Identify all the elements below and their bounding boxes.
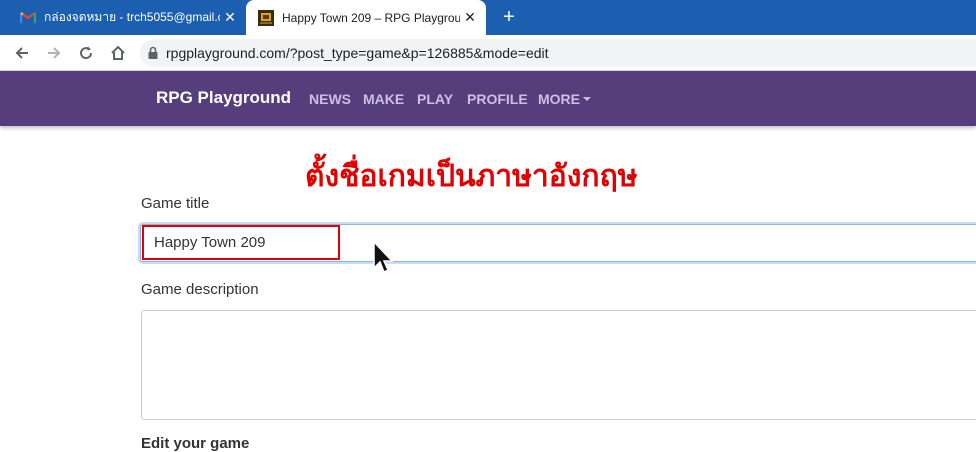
close-tab-icon[interactable]: ✕ (220, 9, 240, 26)
tab-title: กล่องจดหมาย - trch5055@gmail.co (44, 10, 220, 24)
close-tab-icon[interactable]: ✕ (460, 9, 480, 26)
browser-tabstrip: กล่องจดหมาย - trch5055@gmail.co ✕ Happy … (0, 0, 976, 35)
game-description-textarea[interactable] (141, 310, 976, 420)
gmail-icon (20, 10, 36, 26)
edit-game-heading: Edit your game (141, 435, 250, 452)
address-bar[interactable]: rpgplayground.com/?post_type=game&p=1268… (140, 39, 976, 67)
game-description-label: Game description (141, 281, 259, 298)
address-url: rpgplayground.com/?post_type=game&p=1268… (166, 45, 549, 61)
nav-news[interactable]: NEWS (309, 91, 351, 107)
reload-icon[interactable] (74, 41, 98, 65)
tab-happy-town[interactable]: Happy Town 209 – RPG Playgrou ✕ (246, 0, 486, 35)
highlight-box (142, 225, 340, 260)
nav-make[interactable]: MAKE (363, 91, 404, 107)
game-title-label: Game title (141, 195, 210, 212)
game-icon (258, 9, 274, 26)
home-icon[interactable] (106, 41, 130, 65)
mouse-cursor-icon (372, 240, 394, 275)
instruction-annotation: ตั้งชื่อเกมเป็นภาษาอังกฤษ (305, 159, 638, 194)
back-arrow-icon[interactable] (10, 41, 34, 65)
site-navbar: RPG Playground NEWS MAKE PLAY PROFILE MO… (0, 71, 976, 126)
nav-more-label: MORE (538, 91, 580, 107)
tab-gmail[interactable]: กล่องจดหมาย - trch5055@gmail.co ✕ (8, 0, 246, 35)
lock-icon (146, 46, 160, 60)
tab-title: Happy Town 209 – RPG Playgrou (282, 10, 460, 25)
caret-down-icon (583, 97, 591, 102)
nav-profile[interactable]: PROFILE (467, 91, 528, 107)
browser-toolbar: rpgplayground.com/?post_type=game&p=1268… (0, 35, 976, 71)
nav-play[interactable]: PLAY (417, 91, 453, 107)
forward-arrow-icon[interactable] (42, 41, 66, 65)
site-brand[interactable]: RPG Playground (156, 88, 291, 108)
new-tab-button[interactable]: + (498, 5, 520, 29)
nav-more[interactable]: MORE (538, 91, 591, 107)
